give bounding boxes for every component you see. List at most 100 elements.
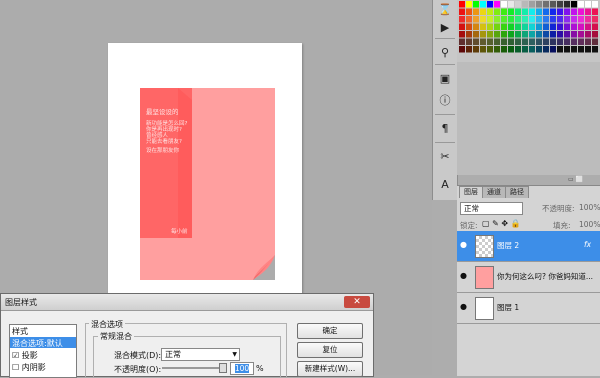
swatch[interactable] [529,38,535,46]
swatch[interactable] [543,23,549,31]
swatch[interactable] [592,38,598,46]
layer-blend-mode-select[interactable]: 正常 [460,202,523,215]
swatch[interactable] [536,38,542,46]
swatch[interactable] [508,23,514,31]
swatch[interactable] [529,46,535,53]
swatch[interactable] [543,38,549,46]
swatch[interactable] [571,23,577,31]
swatch[interactable] [466,8,472,16]
swatch[interactable] [536,46,542,53]
swatch[interactable] [578,1,584,8]
swatch[interactable] [585,1,591,8]
swatch[interactable] [522,31,528,38]
layer-name[interactable]: 图层 1 [497,302,519,313]
style-inner-shadow[interactable]: ☐ 内阴影 [12,362,46,373]
swatch[interactable] [543,46,549,53]
checkbox-icon[interactable]: ☐ [12,363,19,372]
swatch[interactable] [571,31,577,38]
swatch[interactable] [550,31,556,38]
info-icon[interactable]: ⓘ [437,92,453,108]
swatch[interactable] [501,16,507,23]
style-drop-shadow[interactable]: ☑ 投影 [12,350,38,361]
swatches-grid[interactable] [459,1,600,57]
swatch[interactable] [515,31,521,38]
swatch[interactable] [501,38,507,46]
swatch[interactable] [459,38,465,46]
swatch[interactable] [473,8,479,16]
layer-name[interactable]: 图层 2 [497,240,519,251]
swatch[interactable] [466,31,472,38]
swatch[interactable] [501,31,507,38]
layer-row[interactable]: ● 你为何这么叼? 你爸妈知道... [457,262,600,293]
swatch[interactable] [466,46,472,53]
swatch[interactable] [515,16,521,23]
history-icon[interactable]: ⌛ [437,1,453,17]
swatch[interactable] [550,23,556,31]
swatch[interactable] [487,23,493,31]
swatch[interactable] [459,16,465,23]
swatch[interactable] [578,8,584,16]
eye-icon[interactable]: ● [460,241,470,249]
swatch[interactable] [529,16,535,23]
swatch[interactable] [487,31,493,38]
swatch[interactable] [564,38,570,46]
swatch[interactable] [508,8,514,16]
swatch[interactable] [571,46,577,53]
swatch[interactable] [522,1,528,8]
swatch[interactable] [487,38,493,46]
swatch[interactable] [508,16,514,23]
swatch[interactable] [564,16,570,23]
swatch[interactable] [459,23,465,31]
swatch[interactable] [459,1,465,8]
swatch[interactable] [557,31,563,38]
swatch[interactable] [564,46,570,53]
swatch[interactable] [585,23,591,31]
brushes-icon[interactable]: ✂ [437,148,453,164]
swatch[interactable] [557,16,563,23]
swatch[interactable] [550,46,556,53]
swatch[interactable] [501,46,507,53]
swatch[interactable] [459,46,465,53]
ok-button[interactable]: 确定 [297,323,363,339]
swatch[interactable] [480,38,486,46]
swatch[interactable] [494,38,500,46]
swatch[interactable] [529,8,535,16]
swatch[interactable] [494,1,500,8]
style-blending-options[interactable]: 混合选项:默认 [12,338,63,349]
swatch[interactable] [536,16,542,23]
swatch[interactable] [522,23,528,31]
swatch[interactable] [585,46,591,53]
swatch[interactable] [550,38,556,46]
swatch[interactable] [536,23,542,31]
swatch[interactable] [550,8,556,16]
swatch[interactable] [578,23,584,31]
swatch[interactable] [592,1,598,8]
swatch[interactable] [508,38,514,46]
swatch[interactable] [564,23,570,31]
swatch[interactable] [459,8,465,16]
swatch[interactable] [522,8,528,16]
swatch[interactable] [578,31,584,38]
swatch[interactable] [459,31,465,38]
swatch[interactable] [529,1,535,8]
swatch[interactable] [536,8,542,16]
swatch[interactable] [515,8,521,16]
swatch[interactable] [501,8,507,16]
swatch[interactable] [487,1,493,8]
swatch[interactable] [473,16,479,23]
eye-icon[interactable]: ● [460,303,470,311]
swatch[interactable] [543,8,549,16]
close-button[interactable]: ✕ [344,296,370,308]
swatch[interactable] [571,1,577,8]
swatch[interactable] [592,31,598,38]
character-icon[interactable]: A [437,176,453,192]
swatch[interactable] [466,1,472,8]
paragraph-icon[interactable]: ¶ [437,120,453,136]
swatch[interactable] [592,23,598,31]
swatch[interactable] [543,1,549,8]
swatch[interactable] [494,23,500,31]
swatch[interactable] [592,16,598,23]
actions-play-icon[interactable]: ▶ [437,19,453,35]
swatch[interactable] [515,46,521,53]
layer-row[interactable]: ● 图层 1 [457,293,600,324]
